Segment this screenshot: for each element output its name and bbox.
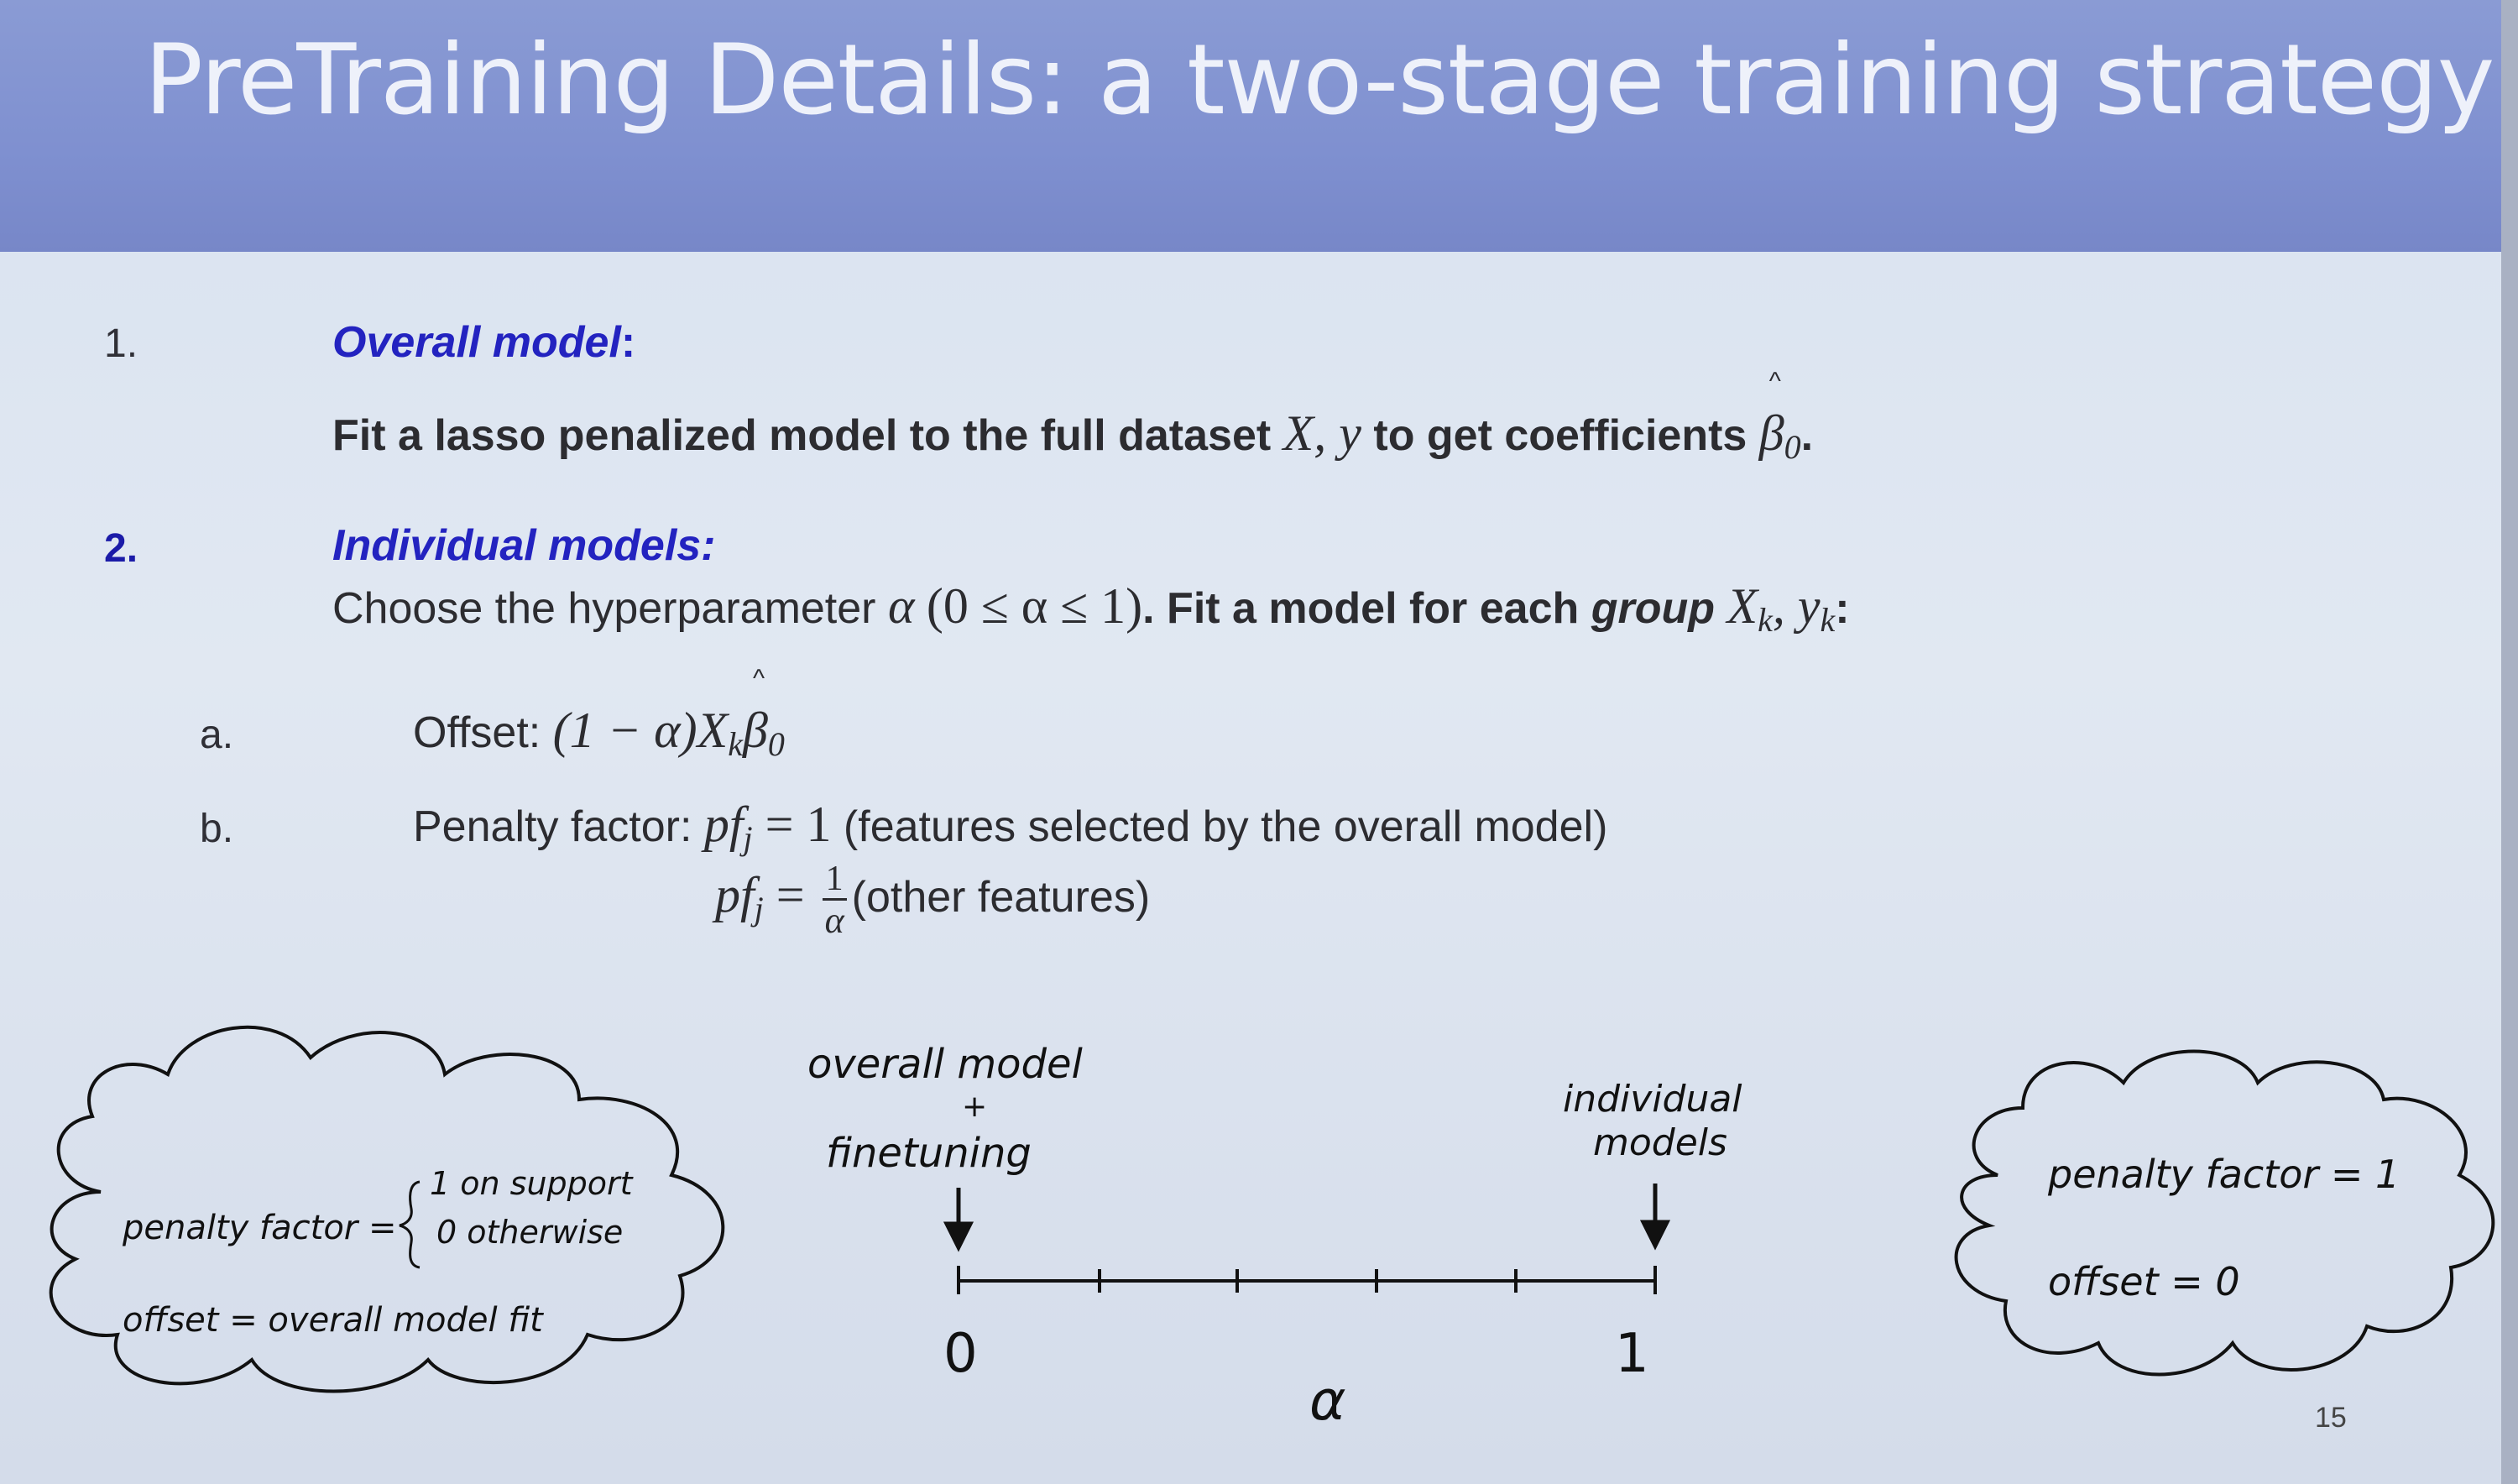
screen-edge bbox=[2501, 0, 2518, 1484]
left-cloud-offset: offset = overall model fit bbox=[123, 1301, 543, 1340]
alpha-axis bbox=[957, 1266, 1657, 1294]
page-number: 15 bbox=[2315, 1402, 2347, 1434]
left-cloud-case-2: 0 otherwise bbox=[436, 1214, 624, 1251]
left-cloud-penalty-label: penalty factor = bbox=[123, 1209, 397, 1247]
right-cloud-penalty: penalty factor = 1 bbox=[2048, 1152, 2400, 1197]
left-cloud-case-1: 1 on support bbox=[430, 1165, 633, 1202]
annotation-overall-model: overall model bbox=[807, 1041, 1083, 1088]
axis-tick-1: 1 bbox=[1615, 1323, 1649, 1385]
slide: PreTraining Details: a two-stage trainin… bbox=[0, 0, 2501, 1484]
annotation-plus: + bbox=[962, 1089, 988, 1124]
axis-label-alpha: α bbox=[1309, 1368, 1346, 1433]
annotation-finetuning: finetuning bbox=[826, 1130, 1032, 1177]
right-cloud-offset: offset = 0 bbox=[2048, 1259, 2240, 1304]
case-brace bbox=[399, 1180, 421, 1269]
arrow-individual-models bbox=[1639, 1184, 1671, 1251]
arrow-overall-model bbox=[943, 1188, 974, 1252]
right-thought-cloud bbox=[1954, 1049, 2495, 1377]
annotation-models: models bbox=[1593, 1121, 1727, 1164]
annotation-individual: individual bbox=[1563, 1078, 1742, 1121]
axis-tick-0: 0 bbox=[943, 1323, 978, 1385]
